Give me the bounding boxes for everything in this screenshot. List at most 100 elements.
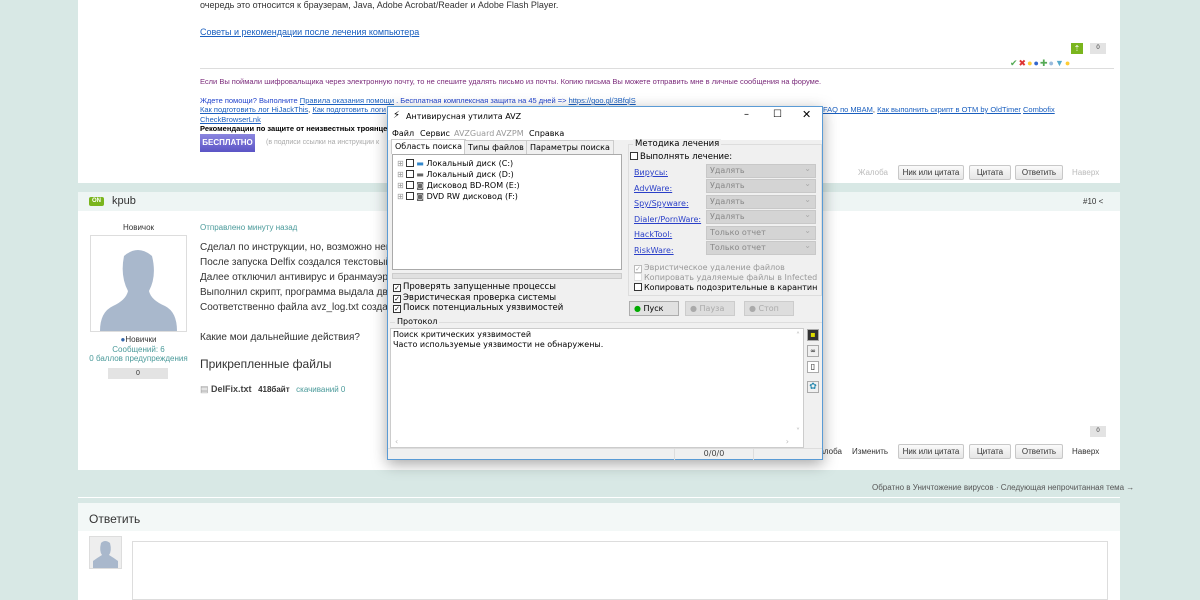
- advice-link[interactable]: Советы и рекомендации после лечения комп…: [200, 27, 419, 37]
- dialer-link[interactable]: Dialer/PornWare:: [634, 215, 701, 224]
- scroll-left[interactable]: ‹: [395, 437, 398, 446]
- start-button[interactable]: ● Пуск: [629, 301, 679, 316]
- method-title: Методика лечения: [633, 139, 722, 149]
- reply-button[interactable]: Ответить: [1015, 444, 1063, 459]
- reply-title: Ответить: [89, 512, 141, 526]
- file-icon: ▤: [200, 384, 209, 394]
- play-icon: ●: [634, 304, 641, 313]
- adware-select[interactable]: Удалять: [706, 178, 816, 193]
- otm-link[interactable]: Как выполнить скрипт в OTM by OldTimer: [877, 105, 1021, 114]
- adware-link[interactable]: AdvWare:: [634, 184, 672, 193]
- hacktool-select[interactable]: Только отчет: [706, 225, 816, 240]
- avz-window: ⚡ Антивирусная утилита AVZ – ☐ ✕ Файл Се…: [387, 106, 823, 460]
- spyware-select[interactable]: Удалять: [706, 194, 816, 209]
- stop-button[interactable]: ● Стоп: [744, 301, 794, 316]
- top-link[interactable]: Наверх: [1072, 447, 1099, 456]
- free-link[interactable]: https://goo.gl/3BfqlS: [569, 96, 636, 105]
- reply-box: Ответить: [78, 503, 1120, 600]
- post-line: Далее отключил антивирус и бранмауэр и з…: [200, 272, 410, 283]
- status-bar: 0/0/0: [388, 448, 822, 460]
- hacktool-link[interactable]: HackTool:: [634, 230, 672, 239]
- check-heuristic[interactable]: ✓ Эвристическая проверка системы: [393, 293, 563, 304]
- check-vulnerabilities[interactable]: ✓ Поиск потенциальных уязвимостей: [393, 303, 563, 314]
- maximize-button[interactable]: ☐: [773, 109, 782, 120]
- post-line: Соответственно файла avz_log.txt создано…: [200, 302, 408, 313]
- nick-quote-button[interactable]: Ник или цитата: [898, 444, 964, 459]
- user-reputation: 0: [108, 368, 168, 379]
- menu-avzpm[interactable]: AVZPM: [496, 129, 524, 138]
- tree-item[interactable]: ⊞ ◙ DVD RW дисковод (F:): [397, 191, 621, 202]
- signature-help: Ждете помощи? Выполните Правила оказания…: [200, 96, 636, 105]
- tree-item[interactable]: ⊞ ▬ Локальный диск (D:): [397, 169, 621, 180]
- minimize-button[interactable]: –: [744, 109, 749, 120]
- checkbrowserlnk-link[interactable]: CheckBrowserLnk: [200, 115, 261, 124]
- do-cure-check[interactable]: Выполнять лечение:: [630, 152, 732, 162]
- copy-quarantine-check[interactable]: Копировать подозрительные в карантин: [634, 283, 817, 292]
- menu-help[interactable]: Справка: [529, 129, 564, 138]
- free-text: . Бесплатная комплексная защита на 45 дн…: [396, 96, 567, 105]
- tab-search-area[interactable]: Область поиска: [391, 139, 467, 154]
- user-posts[interactable]: Сообщений: 6: [90, 345, 187, 354]
- glasses-icon[interactable]: ∞: [807, 345, 819, 357]
- avatar: [89, 536, 122, 569]
- heur-delete-check[interactable]: ✓ Эвристическое удаление файлов: [634, 263, 785, 273]
- tree-item[interactable]: ⊞ ◙ Дисковод BD-ROM (E:): [397, 180, 621, 191]
- dialer-select[interactable]: Удалять: [706, 209, 816, 224]
- network-icon[interactable]: ✿: [807, 381, 819, 393]
- tab-file-types[interactable]: Типы файлов: [464, 140, 528, 154]
- pause-button[interactable]: ● Пауза: [685, 301, 735, 316]
- user-warnings[interactable]: 0 баллов предупреждения: [78, 354, 199, 363]
- next-link[interactable]: Следующая непрочитанная тема →: [1001, 483, 1135, 492]
- menu-service[interactable]: Сервис: [420, 129, 450, 138]
- spyware-link[interactable]: Spy/Spyware:: [634, 199, 689, 208]
- avz-icon: ⚡: [393, 110, 401, 121]
- close-button[interactable]: ✕: [802, 108, 811, 121]
- logs-link[interactable]: Как подготовить логи: [312, 105, 386, 114]
- post-number-text: #10: [1083, 197, 1097, 206]
- attachment: ▤ DelFix.txt 418байт скачиваний 0: [200, 384, 345, 395]
- stop-label: Стоп: [758, 304, 779, 313]
- upvote-button[interactable]: ⇡: [1071, 43, 1083, 54]
- back-link[interactable]: Обратно в Уничтожение вирусов: [872, 483, 994, 492]
- tree-item[interactable]: ⊞ ▬ Локальный диск (C:): [397, 158, 621, 169]
- reply-button[interactable]: Ответить: [1015, 165, 1063, 180]
- avatar[interactable]: [90, 235, 187, 332]
- post-author[interactable]: kpub: [112, 195, 136, 207]
- copy-infected-check[interactable]: Копировать удаляемые файлы в Infected: [634, 273, 817, 282]
- menu-file[interactable]: Файл: [392, 129, 414, 138]
- save-icon[interactable]: ▪: [807, 329, 819, 341]
- tab-search-params[interactable]: Параметры поиска: [526, 140, 614, 154]
- riskware-link[interactable]: RiskWare:: [634, 246, 674, 255]
- drive-label: Локальный диск (D:): [426, 170, 514, 179]
- scroll-down[interactable]: ˅: [796, 427, 800, 436]
- combofix-link[interactable]: Combofix: [1023, 105, 1055, 114]
- riskware-select[interactable]: Только отчет: [706, 240, 816, 255]
- post-number[interactable]: #10 <: [1083, 197, 1103, 206]
- report-link[interactable]: Жалоба: [858, 168, 888, 177]
- mbam-link[interactable]: FAQ по MBAM: [823, 105, 873, 114]
- menu-avzguard[interactable]: AVZGuard: [454, 129, 494, 138]
- scan-options: ✓ Проверять запущенные процессы ✓ Эвристич…: [393, 282, 563, 314]
- nick-quote-button[interactable]: Ник или цитата: [898, 165, 964, 180]
- edit-link[interactable]: Изменить: [852, 447, 888, 456]
- new-document-icon[interactable]: ▯: [807, 361, 819, 373]
- check-processes[interactable]: ✓ Проверять запущенные процессы: [393, 282, 563, 293]
- post-time: Отправлено минуту назад: [200, 223, 298, 232]
- do-cure-label: Выполнять лечение:: [640, 152, 733, 162]
- share-icon[interactable]: <: [1099, 197, 1104, 206]
- quote-button[interactable]: Цитата: [969, 165, 1011, 180]
- viruses-select[interactable]: Удалять: [706, 163, 816, 178]
- viruses-link[interactable]: Вирусы:: [634, 168, 668, 177]
- rules-link[interactable]: Правила оказания помощи: [300, 96, 394, 105]
- option-label: Копировать подозрительные в карантин: [644, 283, 818, 292]
- protocol-log[interactable]: Поиск критических уязвимостей Часто испо…: [390, 328, 804, 448]
- hijackthis-link[interactable]: Как подготовить лог HiJackThis: [200, 105, 308, 114]
- scroll-up[interactable]: ˄: [796, 331, 800, 340]
- file-link[interactable]: DelFix.txt: [211, 384, 252, 394]
- drive-tree[interactable]: ⊞ ▬ Локальный диск (C:) ⊞ ▬ Локальный ди…: [392, 154, 622, 270]
- reply-editor[interactable]: [132, 541, 1108, 600]
- quote-button[interactable]: Цитата: [969, 444, 1011, 459]
- scroll-right[interactable]: ›: [786, 437, 789, 446]
- top-link[interactable]: Наверх: [1072, 168, 1099, 177]
- free-badge[interactable]: БЕСПЛАТНО: [200, 134, 255, 152]
